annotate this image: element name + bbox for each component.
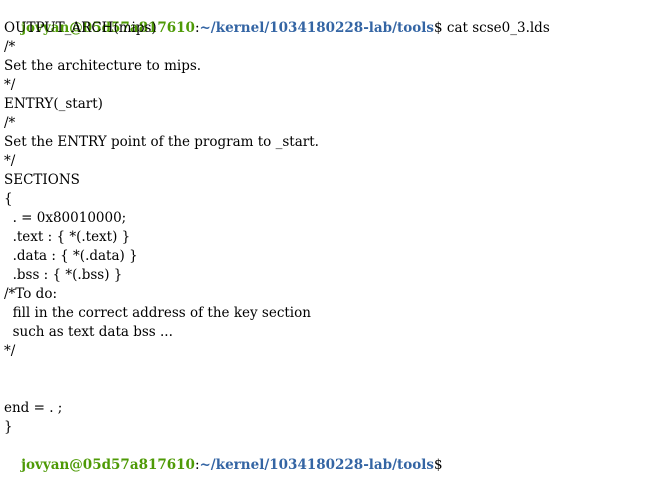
output-line: /*To do: xyxy=(4,286,57,302)
output-line: */ xyxy=(4,153,16,169)
prompt-path: ~/kernel/1034180228-lab/tools xyxy=(199,457,435,473)
output-line: . = 0x80010000; xyxy=(4,210,127,226)
output-line: Set the ENTRY point of the program to _s… xyxy=(4,134,319,150)
output-line: Set the architecture to mips. xyxy=(4,58,202,74)
prompt-line-1: jovyan@05d57a817610:~/kernel/1034180228-… xyxy=(4,0,659,36)
prompt-dollar: $ xyxy=(434,20,443,36)
output-line: fill in the correct address of the key s… xyxy=(4,305,311,321)
output-line: /* xyxy=(4,39,16,55)
output-line: .bss : { *(.bss) } xyxy=(4,267,123,283)
output-line: SECTIONS xyxy=(4,172,80,188)
output-line: ENTRY(_start) xyxy=(4,96,103,112)
terminal-window[interactable]: jovyan@05d57a817610:~/kernel/1034180228-… xyxy=(4,0,659,473)
command-text: cat scse0_3.lds xyxy=(442,20,550,36)
output-line: */ xyxy=(4,77,16,93)
prompt-dollar: $ xyxy=(434,457,443,473)
output-line: such as text data bss ... xyxy=(4,324,173,340)
output-line: .data : { *(.data) } xyxy=(4,248,138,264)
prompt-line-2[interactable]: jovyan@05d57a817610:~/kernel/1034180228-… xyxy=(4,437,659,473)
output-line: { xyxy=(4,191,13,207)
output-line: } xyxy=(4,419,13,435)
output-line: .text : { *(.text) } xyxy=(4,229,131,245)
prompt-path: ~/kernel/1034180228-lab/tools xyxy=(199,20,435,36)
output-line: /* xyxy=(4,115,16,131)
output-line: */ xyxy=(4,343,16,359)
output-line: end = . ; xyxy=(4,400,63,416)
prompt-user: jovyan@05d57a817610 xyxy=(21,457,195,473)
